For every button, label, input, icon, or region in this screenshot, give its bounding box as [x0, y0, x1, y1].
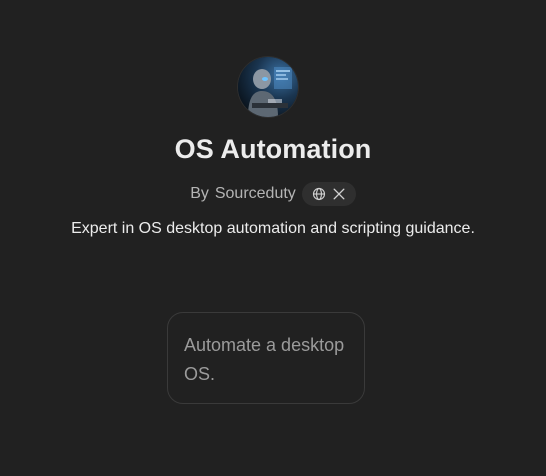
social-links: [301, 182, 356, 206]
conversation-starter-text: Automate a desktop OS.: [184, 335, 345, 384]
gpt-description: Expert in OS desktop automation and scri…: [71, 220, 475, 237]
gpt-avatar: [238, 57, 298, 117]
conversation-starter-card[interactable]: Automate a desktop OS.: [167, 312, 365, 404]
author-line: By Sourceduty: [0, 182, 546, 206]
gpt-profile-page: OS Automation By Sourceduty Expert in OS…: [0, 0, 546, 476]
x-logo-icon[interactable]: [332, 187, 346, 201]
gpt-title: OS Automation: [174, 134, 372, 164]
globe-icon[interactable]: [312, 187, 326, 201]
robot-avatar-icon: [238, 57, 298, 117]
author-name: Sourceduty: [214, 185, 296, 202]
author-prefix: By: [190, 185, 209, 202]
